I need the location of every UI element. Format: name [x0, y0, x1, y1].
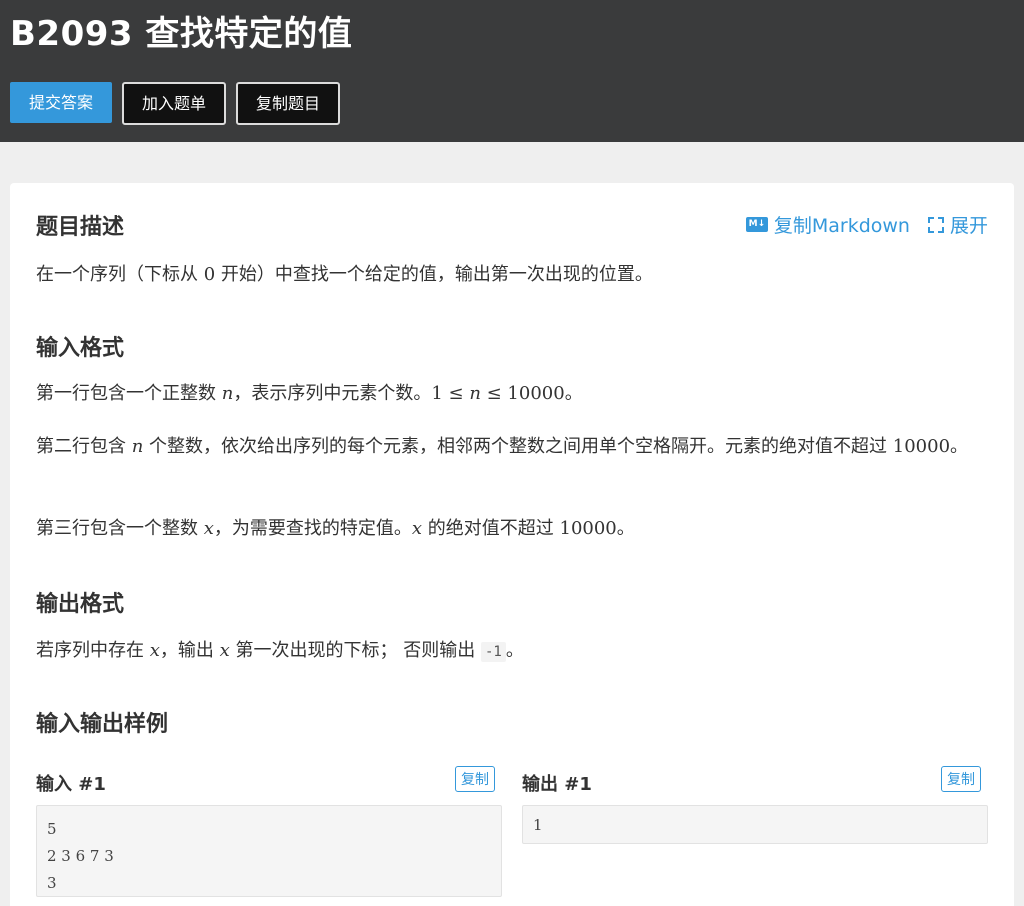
sample-output-box[interactable]: 1	[522, 805, 988, 844]
description-title: 题目描述	[36, 215, 125, 240]
copy-markdown-link[interactable]: 复制Markdown	[774, 211, 910, 238]
page-title: B2093 查找特定的值	[10, 14, 353, 54]
inline-code: -1	[480, 642, 506, 662]
input-format-line-2: 第二行包含 n 个整数，依次给出序列的每个元素，相邻两个整数之间用单个空格隔开。…	[36, 436, 969, 457]
input-format-line-3: 第三行包含一个整数 x，为需要查找的特定值。x 的绝对值不超过 10000。	[36, 518, 635, 539]
output-format-title: 输出格式	[36, 592, 125, 617]
copy-input-button[interactable]: 复制	[455, 766, 495, 792]
expand-link[interactable]: 展开	[950, 211, 988, 238]
output-format-text: 若序列中存在 x，输出 x 第一次出现的下标； 否则输出 -1。	[36, 640, 524, 662]
input-format-title: 输入格式	[36, 336, 125, 361]
submit-answer-button[interactable]: 提交答案	[10, 82, 113, 123]
sample-output-label: 输出 #1	[522, 774, 592, 795]
sample-input-label: 输入 #1	[36, 774, 106, 795]
input-format-line-1: 第一行包含一个正整数 n，表示序列中元素个数。1 ≤ n ≤ 10000。	[36, 383, 583, 404]
problem-tools: M↓ 复制Markdown 展开	[745, 211, 988, 238]
copy-problem-button[interactable]: 复制题目	[236, 82, 341, 125]
samples-title: 输入输出样例	[36, 712, 169, 737]
copy-output-button[interactable]: 复制	[941, 766, 981, 792]
description-text: 在一个序列（下标从 0 开始）中查找一个给定的值，输出第一次出现的位置。	[36, 264, 653, 285]
expand-icon	[927, 216, 944, 233]
problem-header: B2093 查找特定的值 提交答案 加入题单 复制题目	[0, 0, 1024, 142]
problem-card: 题目描述 M↓ 复制Markdown 展开 在一个序列（下标从 0 开始）中查找…	[10, 183, 1014, 906]
header-actions: 提交答案 加入题单 复制题目	[10, 82, 350, 125]
markdown-icon: M↓	[745, 217, 768, 232]
add-to-list-button[interactable]: 加入题单	[122, 82, 227, 125]
sample-input-box[interactable]: 5 2 3 6 7 3 3	[36, 805, 502, 897]
